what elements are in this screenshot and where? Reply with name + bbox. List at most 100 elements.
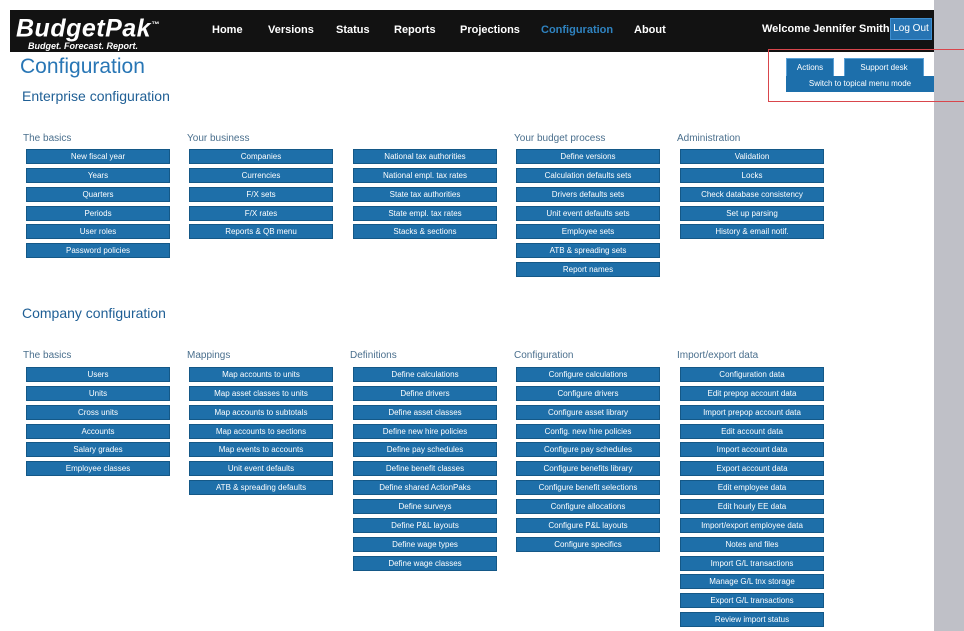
define-pandl-layouts-button[interactable]: Define P&L layouts xyxy=(353,517,497,533)
users-button[interactable]: Users xyxy=(26,367,170,382)
configuration-data-button[interactable]: Configuration data xyxy=(680,367,824,382)
define-surveys-button[interactable]: Define surveys xyxy=(353,498,497,514)
company-column-title: Definitions xyxy=(350,350,397,361)
export-g-l-transactions-button[interactable]: Export G/L transactions xyxy=(680,593,824,609)
highlight-box xyxy=(768,49,964,102)
stacks-and-sections-button[interactable]: Stacks & sections xyxy=(353,224,497,240)
config-new-hire-policies-button[interactable]: Config. new hire policies xyxy=(516,423,660,439)
define-versions-button[interactable]: Define versions xyxy=(516,149,660,164)
nav-configuration[interactable]: Configuration xyxy=(541,24,613,36)
define-calculations-button[interactable]: Define calculations xyxy=(353,367,497,382)
configure-benefits-library-button[interactable]: Configure benefits library xyxy=(516,461,660,477)
atb-and-spreading-defaults-button[interactable]: ATB & spreading defaults xyxy=(189,480,333,496)
edit-hourly-ee-data-button[interactable]: Edit hourly EE data xyxy=(680,498,824,514)
company-column-title: Configuration xyxy=(514,350,574,361)
manage-g-l-tnx-storage-button[interactable]: Manage G/L tnx storage xyxy=(680,574,824,590)
logo-name: BudgetPak xyxy=(16,14,152,43)
company-column-title: The basics xyxy=(23,350,72,361)
calculation-defaults-sets-button[interactable]: Calculation defaults sets xyxy=(516,167,660,183)
review-import-status-button[interactable]: Review import status xyxy=(680,612,824,628)
define-new-hire-policies-button[interactable]: Define new hire policies xyxy=(353,423,497,439)
company-config-title: Company configuration xyxy=(22,305,166,321)
define-shared-actionpaks-button[interactable]: Define shared ActionPaks xyxy=(353,480,497,496)
edit-account-data-button[interactable]: Edit account data xyxy=(680,423,824,439)
company-column-title: Mappings xyxy=(187,350,231,361)
nav-status[interactable]: Status xyxy=(336,24,370,36)
map-accounts-to-units-button[interactable]: Map accounts to units xyxy=(189,367,333,382)
map-accounts-to-sections-button[interactable]: Map accounts to sections xyxy=(189,423,333,439)
define-wage-types-button[interactable]: Define wage types xyxy=(353,536,497,552)
company-column-title: Import/export data xyxy=(677,350,759,361)
map-accounts-to-subtotals-button[interactable]: Map accounts to subtotals xyxy=(189,404,333,420)
configure-asset-library-button[interactable]: Configure asset library xyxy=(516,404,660,420)
define-benefit-classes-button[interactable]: Define benefit classes xyxy=(353,461,497,477)
configure-calculations-button[interactable]: Configure calculations xyxy=(516,367,660,382)
periods-button[interactable]: Periods xyxy=(26,205,170,221)
define-wage-classes-button[interactable]: Define wage classes xyxy=(353,555,497,571)
notes-and-files-button[interactable]: Notes and files xyxy=(680,536,824,552)
budgetpak-logo[interactable]: BudgetPak™ Budget. Forecast. Report. xyxy=(16,12,160,52)
welcome-message: Welcome Jennifer Smith! xyxy=(762,23,894,35)
salary-grades-button[interactable]: Salary grades xyxy=(26,442,170,458)
nav-home[interactable]: Home xyxy=(212,24,243,36)
validation-button[interactable]: Validation xyxy=(680,149,824,164)
logout-button[interactable]: Log Out xyxy=(890,18,932,40)
f-x-sets-button[interactable]: F/X sets xyxy=(189,186,333,202)
enterprise-column-title: The basics xyxy=(23,133,72,144)
new-fiscal-year-button[interactable]: New fiscal year xyxy=(26,149,170,164)
currencies-button[interactable]: Currencies xyxy=(189,167,333,183)
unit-event-defaults-button[interactable]: Unit event defaults xyxy=(189,461,333,477)
national-empl-tax-rates-button[interactable]: National empl. tax rates xyxy=(353,167,497,183)
accounts-button[interactable]: Accounts xyxy=(26,423,170,439)
enterprise-config-title: Enterprise configuration xyxy=(22,88,170,104)
edit-employee-data-button[interactable]: Edit employee data xyxy=(680,480,824,496)
reports-and-qb-menu-button[interactable]: Reports & QB menu xyxy=(189,224,333,240)
quarters-button[interactable]: Quarters xyxy=(26,186,170,202)
drivers-defaults-sets-button[interactable]: Drivers defaults sets xyxy=(516,186,660,202)
nav-about[interactable]: About xyxy=(634,24,666,36)
export-account-data-button[interactable]: Export account data xyxy=(680,461,824,477)
enterprise-column-title: Administration xyxy=(677,133,741,144)
configure-specifics-button[interactable]: Configure specifics xyxy=(516,536,660,552)
units-button[interactable]: Units xyxy=(26,385,170,401)
configure-allocations-button[interactable]: Configure allocations xyxy=(516,498,660,514)
locks-button[interactable]: Locks xyxy=(680,167,824,183)
configure-drivers-button[interactable]: Configure drivers xyxy=(516,385,660,401)
map-asset-classes-to-units-button[interactable]: Map asset classes to units xyxy=(189,385,333,401)
map-events-to-accounts-button[interactable]: Map events to accounts xyxy=(189,442,333,458)
configure-pay-schedules-button[interactable]: Configure pay schedules xyxy=(516,442,660,458)
import-export-employee-data-button[interactable]: Import/export employee data xyxy=(680,517,824,533)
history-and-email-notif-button[interactable]: History & email notif. xyxy=(680,224,824,240)
nav-projections[interactable]: Projections xyxy=(460,24,520,36)
report-names-button[interactable]: Report names xyxy=(516,262,660,278)
configure-benefit-selections-button[interactable]: Configure benefit selections xyxy=(516,480,660,496)
state-tax-authorities-button[interactable]: State tax authorities xyxy=(353,186,497,202)
define-drivers-button[interactable]: Define drivers xyxy=(353,385,497,401)
employee-sets-button[interactable]: Employee sets xyxy=(516,224,660,240)
edit-prepop-account-data-button[interactable]: Edit prepop account data xyxy=(680,385,824,401)
state-empl-tax-rates-button[interactable]: State empl. tax rates xyxy=(353,205,497,221)
nav-versions[interactable]: Versions xyxy=(268,24,314,36)
user-roles-button[interactable]: User roles xyxy=(26,224,170,240)
national-tax-authorities-button[interactable]: National tax authorities xyxy=(353,149,497,164)
set-up-parsing-button[interactable]: Set up parsing xyxy=(680,205,824,221)
import-g-l-transactions-button[interactable]: Import G/L transactions xyxy=(680,555,824,571)
logo-trademark: ™ xyxy=(151,20,160,29)
atb-and-spreading-sets-button[interactable]: ATB & spreading sets xyxy=(516,243,660,259)
cross-units-button[interactable]: Cross units xyxy=(26,404,170,420)
employee-classes-button[interactable]: Employee classes xyxy=(26,461,170,477)
import-account-data-button[interactable]: Import account data xyxy=(680,442,824,458)
nav-reports[interactable]: Reports xyxy=(394,24,436,36)
f-x-rates-button[interactable]: F/X rates xyxy=(189,205,333,221)
define-pay-schedules-button[interactable]: Define pay schedules xyxy=(353,442,497,458)
configure-pandl-layouts-button[interactable]: Configure P&L layouts xyxy=(516,517,660,533)
unit-event-defaults-sets-button[interactable]: Unit event defaults sets xyxy=(516,205,660,221)
define-asset-classes-button[interactable]: Define asset classes xyxy=(353,404,497,420)
page-title: Configuration xyxy=(20,55,145,78)
import-prepop-account-data-button[interactable]: Import prepop account data xyxy=(680,404,824,420)
years-button[interactable]: Years xyxy=(26,167,170,183)
password-policies-button[interactable]: Password policies xyxy=(26,243,170,259)
companies-button[interactable]: Companies xyxy=(189,149,333,164)
check-database-consistency-button[interactable]: Check database consistency xyxy=(680,186,824,202)
logo-tagline: Budget. Forecast. Report. xyxy=(28,41,139,52)
